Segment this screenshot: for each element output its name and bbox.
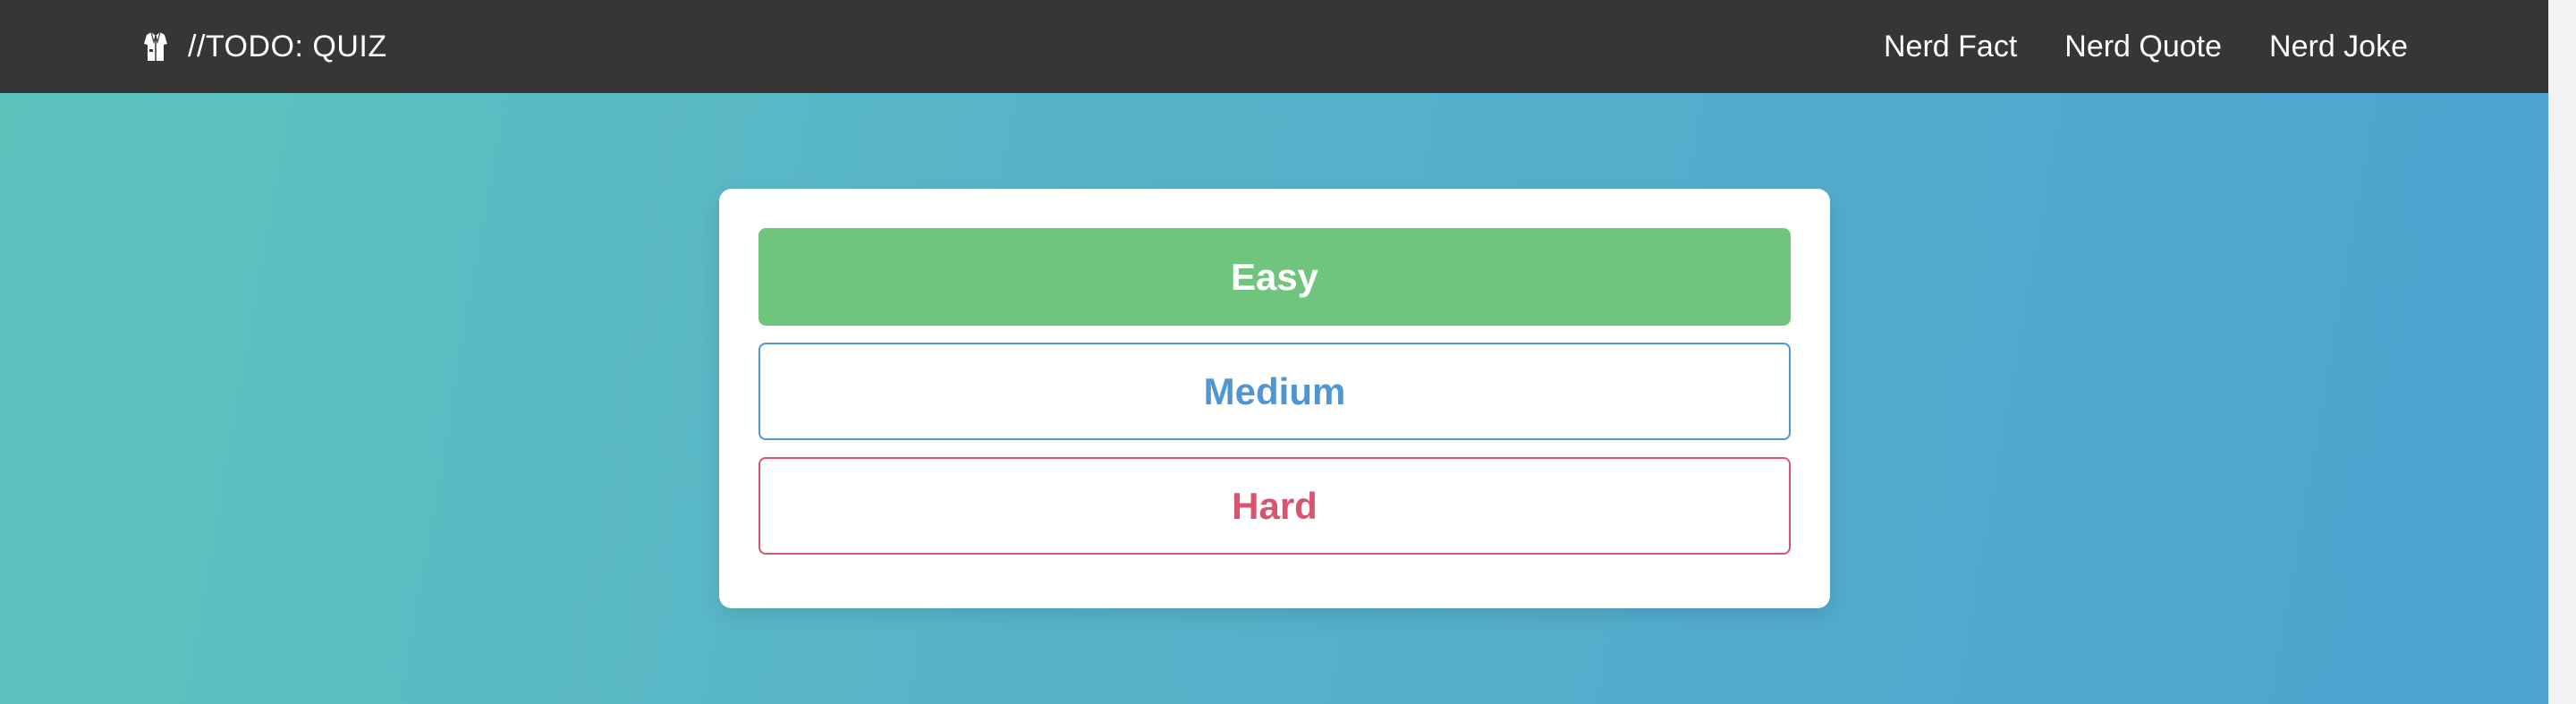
- nav-link-nerd-joke[interactable]: Nerd Joke: [2269, 30, 2408, 64]
- difficulty-card: Easy Medium Hard: [719, 189, 1830, 608]
- hard-button[interactable]: Hard: [758, 457, 1791, 555]
- nav-link-nerd-fact[interactable]: Nerd Fact: [1884, 30, 2017, 64]
- brand-link[interactable]: //TODO: QUIZ: [143, 0, 387, 93]
- lab-coat-icon: [143, 31, 168, 62]
- top-navbar: //TODO: QUIZ Nerd Fact Nerd Quote Nerd J…: [0, 0, 2549, 93]
- page-scrollbar[interactable]: [2548, 0, 2576, 704]
- brand-title: //TODO: QUIZ: [188, 29, 387, 64]
- medium-button[interactable]: Medium: [758, 343, 1791, 440]
- nav-links: Nerd Fact Nerd Quote Nerd Joke: [1836, 0, 2408, 93]
- nav-link-nerd-quote[interactable]: Nerd Quote: [2064, 30, 2222, 64]
- easy-button[interactable]: Easy: [758, 228, 1791, 326]
